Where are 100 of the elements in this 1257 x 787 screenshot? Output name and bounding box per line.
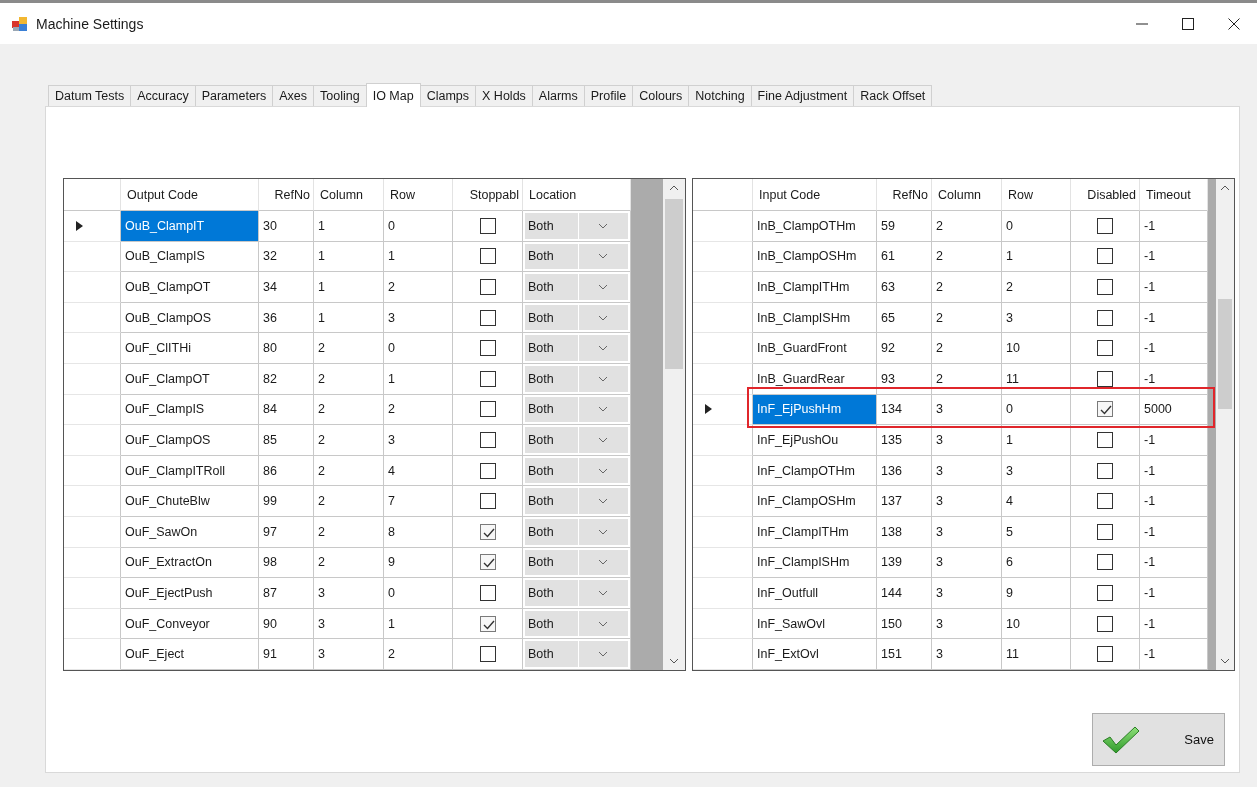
- tab[interactable]: Tooling: [313, 85, 367, 106]
- maximize-icon: [1182, 17, 1194, 30]
- scrollbar-thumb[interactable]: [665, 199, 683, 369]
- checkbox[interactable]: [1097, 431, 1113, 448]
- table-cell: 2: [314, 394, 384, 426]
- tab[interactable]: IO Map: [365, 83, 421, 107]
- caret-icon: [598, 314, 609, 321]
- row-pointer-icon: [76, 220, 83, 231]
- checkbox[interactable]: [1097, 462, 1113, 479]
- location-dropdown[interactable]: Both: [523, 272, 630, 302]
- location-dropdown[interactable]: Both: [523, 425, 630, 455]
- save-button[interactable]: Save: [1092, 713, 1225, 766]
- location-dropdown[interactable]: Both: [523, 241, 630, 272]
- column-header[interactable]: Input Code: [753, 179, 877, 211]
- checkbox[interactable]: [1097, 248, 1113, 265]
- checkbox[interactable]: [479, 646, 496, 663]
- table-cell: InB_ClampOTHm: [753, 211, 877, 242]
- checkbox[interactable]: [1097, 523, 1113, 540]
- tab[interactable]: Clamps: [419, 85, 477, 106]
- checkbox[interactable]: [479, 462, 496, 479]
- table-cell: 151: [877, 639, 932, 670]
- checkbox[interactable]: [479, 401, 496, 418]
- column-header[interactable]: Output Code: [121, 179, 259, 211]
- scrollbar[interactable]: [1216, 179, 1234, 670]
- table-cell: 3: [932, 516, 1002, 548]
- column-header[interactable]: Row: [384, 179, 453, 211]
- caret-icon: [598, 253, 609, 260]
- table-cell: 4: [1002, 486, 1071, 517]
- checkbox[interactable]: [479, 309, 496, 326]
- checkbox[interactable]: [479, 493, 496, 510]
- checkbox[interactable]: [1097, 646, 1113, 663]
- checkbox[interactable]: [479, 248, 496, 265]
- table-cell: 2: [314, 516, 384, 548]
- tab[interactable]: Accuracy: [130, 85, 196, 106]
- column-header[interactable]: RefNo: [259, 179, 314, 211]
- table-cell: 59: [877, 211, 932, 242]
- checkbox[interactable]: [1097, 279, 1113, 295]
- checkbox[interactable]: [479, 584, 496, 601]
- row-header[interactable]: [64, 211, 121, 242]
- checkbox[interactable]: [1097, 370, 1113, 387]
- column-header[interactable]: RefNo: [877, 179, 932, 211]
- location-dropdown[interactable]: Both: [523, 211, 630, 241]
- location-dropdown[interactable]: Both: [523, 578, 630, 608]
- table-cell: -1: [1140, 425, 1208, 456]
- table-cell: 2: [932, 272, 1002, 303]
- scrollbar[interactable]: [663, 179, 685, 670]
- location-dropdown[interactable]: Both: [523, 547, 630, 578]
- checkbox[interactable]: [1097, 309, 1113, 326]
- column-header[interactable]: Row: [1002, 179, 1071, 211]
- location-dropdown[interactable]: Both: [523, 394, 630, 425]
- location-dropdown[interactable]: Both: [523, 455, 630, 486]
- checkbox[interactable]: [479, 523, 496, 540]
- tab[interactable]: Rack Offset: [853, 85, 933, 106]
- location-dropdown[interactable]: Both: [523, 639, 630, 669]
- tab[interactable]: Datum Tests: [48, 85, 132, 106]
- caret-icon: [598, 559, 609, 566]
- table-cell: InF_EjPushOu: [753, 425, 877, 456]
- checkbox[interactable]: [479, 279, 496, 295]
- table-cell: 1: [314, 302, 384, 334]
- table-cell: OuB_ClampIS: [121, 241, 259, 273]
- checkbox[interactable]: [479, 217, 496, 234]
- row-header[interactable]: [693, 394, 753, 426]
- location-dropdown[interactable]: Both: [523, 516, 630, 547]
- checkbox[interactable]: [1097, 493, 1113, 510]
- checkbox[interactable]: [479, 370, 496, 387]
- tab[interactable]: Fine Adjustment: [750, 85, 855, 106]
- checkbox[interactable]: [1097, 340, 1113, 357]
- table-cell: OuF_EjectPush: [121, 578, 259, 609]
- checkbox[interactable]: [479, 554, 496, 571]
- column-header[interactable]: Column: [314, 179, 384, 211]
- checkbox[interactable]: [1097, 554, 1113, 571]
- checkbox[interactable]: [1097, 615, 1113, 632]
- location-dropdown[interactable]: Both: [523, 486, 630, 516]
- column-header[interactable]: Column: [932, 179, 1002, 211]
- table-cell: InF_Outfull: [753, 578, 877, 609]
- table-cell: 0: [384, 333, 453, 364]
- location-dropdown[interactable]: Both: [523, 333, 630, 363]
- location-dropdown[interactable]: Both: [523, 363, 630, 394]
- column-header[interactable]: Stoppabl: [453, 179, 523, 211]
- table-cell: 30: [259, 211, 314, 242]
- table-cell: OuF_ExtractOn: [121, 547, 259, 579]
- tab[interactable]: Notching: [688, 85, 752, 106]
- table-cell: OuF_ClampOT: [121, 363, 259, 395]
- table-cell: 135: [877, 425, 932, 456]
- window-title: Machine Settings: [36, 15, 145, 32]
- location-dropdown[interactable]: Both: [523, 608, 630, 639]
- location-dropdown[interactable]: Both: [523, 302, 630, 333]
- table-cell: 3: [384, 302, 453, 334]
- table-cell: 1: [314, 211, 384, 242]
- checkbox[interactable]: [479, 431, 496, 448]
- checkbox[interactable]: [479, 340, 496, 357]
- column-header[interactable]: Location: [523, 179, 631, 211]
- checkbox[interactable]: [479, 615, 496, 632]
- column-header[interactable]: Timeout: [1140, 179, 1208, 211]
- checkbox[interactable]: [1097, 217, 1113, 234]
- scrollbar-thumb[interactable]: [1218, 299, 1232, 409]
- column-header[interactable]: Disabled: [1071, 179, 1140, 211]
- table-cell: InF_SawOvl: [753, 608, 877, 640]
- checkbox[interactable]: [1097, 584, 1113, 601]
- table-corner: [64, 179, 121, 211]
